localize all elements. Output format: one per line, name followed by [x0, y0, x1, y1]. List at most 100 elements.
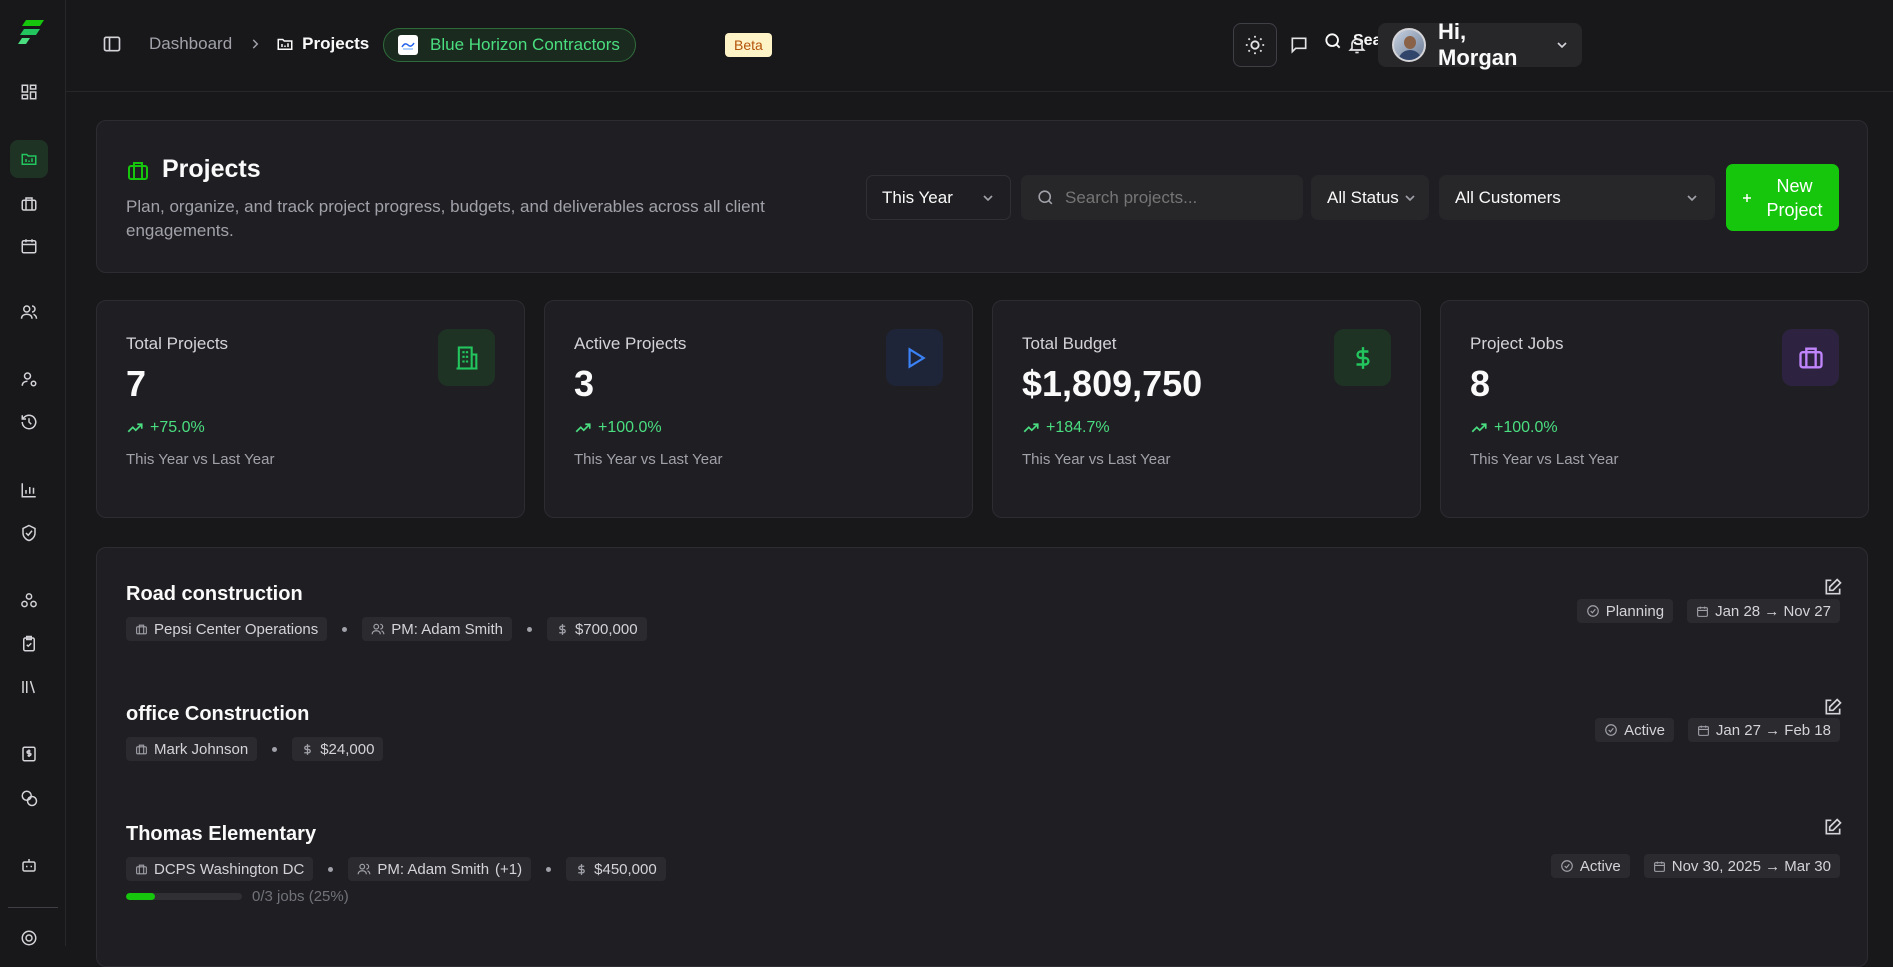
app-logo[interactable]: [18, 16, 48, 46]
sidebar-divider: [8, 907, 58, 908]
status-select[interactable]: All Status: [1311, 175, 1429, 220]
stat-change-value: +100.0%: [1494, 419, 1558, 436]
edit-icon[interactable]: [1823, 697, 1843, 717]
building-icon: [438, 329, 495, 386]
beta-badge: Beta: [725, 33, 772, 57]
project-row[interactable]: Thomas Elementary DCPS Washington DC PM:…: [97, 788, 1869, 928]
users-icon[interactable]: [17, 300, 41, 324]
calendar-icon[interactable]: [17, 234, 41, 258]
stat-note: This Year vs Last Year: [1022, 451, 1171, 468]
notifications-button[interactable]: [1335, 23, 1379, 67]
status-text: Active: [1624, 721, 1665, 739]
project-search-field[interactable]: [1021, 175, 1303, 220]
shield-check-icon[interactable]: [17, 521, 41, 545]
projects-folder-icon[interactable]: [10, 140, 48, 178]
history-icon[interactable]: [17, 410, 41, 434]
help-icon[interactable]: [17, 926, 41, 950]
stat-card-project-jobs: Project Jobs 8 +100.0% This Year vs Last…: [1440, 300, 1869, 518]
separator-dot: [342, 626, 348, 632]
messages-button[interactable]: [1277, 23, 1321, 67]
customer-chip: Mark Johnson: [126, 737, 258, 761]
dashboard-icon[interactable]: [17, 80, 41, 104]
separator-dot: [328, 866, 334, 872]
stat-label: Total Projects: [126, 334, 229, 353]
briefcase-icon[interactable]: [17, 192, 41, 216]
dollar-icon: [575, 863, 588, 876]
pm-chip: PM: Adam Smith: [362, 617, 512, 641]
edit-icon[interactable]: [1823, 817, 1843, 837]
project-list: Road construction Pepsi Center Operation…: [96, 547, 1868, 967]
sun-icon: [1244, 34, 1266, 56]
customer-select[interactable]: All Customers: [1439, 175, 1715, 220]
sidebar-toggle-icon[interactable]: [102, 34, 122, 54]
invoice-icon[interactable]: [17, 742, 41, 766]
period-select[interactable]: This Year: [866, 175, 1011, 220]
bell-icon: [1347, 35, 1367, 55]
date-range-chip: Nov 30, 2025 → Mar 30: [1643, 854, 1840, 878]
breadcrumb-dashboard[interactable]: Dashboard: [149, 34, 232, 54]
user-menu-button[interactable]: Hi, Morgan: [1378, 19, 1582, 70]
users-icon: [371, 622, 385, 636]
bar-chart-icon[interactable]: [17, 478, 41, 502]
project-row[interactable]: Road construction Pepsi Center Operation…: [97, 548, 1869, 658]
briefcase-icon: [135, 743, 148, 756]
check-circle-icon: [1604, 723, 1618, 737]
stat-change: +100.0%: [574, 419, 662, 437]
edit-icon[interactable]: [1823, 577, 1843, 597]
customer-name: Mark Johnson: [154, 740, 249, 758]
project-budget: $700,000: [574, 620, 638, 638]
user-settings-icon[interactable]: [17, 367, 41, 391]
briefcase-icon: [135, 623, 148, 636]
briefcase-icon: [135, 863, 148, 876]
breadcrumb-current: Projects: [302, 34, 370, 53]
stat-note: This Year vs Last Year: [126, 451, 275, 468]
progress-text: 0/3 jobs (25%): [252, 888, 349, 905]
company-selector[interactable]: Blue Horizon Contractors: [383, 28, 636, 62]
stat-value: 3: [574, 363, 595, 404]
stat-card-total-projects: Total Projects 7 +75.0% This Year vs Las…: [96, 300, 525, 518]
customer-name: DCPS Washington DC: [154, 860, 305, 878]
briefcase-icon: [126, 159, 150, 183]
trending-up-icon: [1470, 419, 1488, 437]
stat-value: $1,809,750: [1022, 363, 1203, 404]
stat-change-value: +100.0%: [598, 419, 662, 436]
project-manager: PM: Adam Smith: [391, 620, 503, 638]
project-name[interactable]: office Construction: [126, 703, 309, 726]
chevron-down-icon: [1684, 190, 1700, 206]
page-description: Plan, organize, and track project progre…: [126, 197, 765, 240]
period-select-value: This Year: [882, 187, 953, 207]
status-badge: Active: [1550, 854, 1630, 878]
status-badge: Planning: [1576, 599, 1674, 623]
company-name: Blue Horizon Contractors: [430, 35, 620, 54]
breadcrumb: Dashboard Projects: [149, 34, 369, 54]
customer-chip: DCPS Washington DC: [126, 857, 314, 881]
project-manager: PM: Adam Smith: [377, 860, 490, 878]
top-bar: Dashboard Projects Blue Horizon Contract…: [66, 0, 1893, 92]
coins-icon[interactable]: [17, 786, 41, 810]
project-row[interactable]: office Construction Mark Johnson $24,000…: [97, 668, 1869, 778]
project-name[interactable]: Thomas Elementary: [126, 823, 316, 846]
new-project-button[interactable]: New Project: [1726, 164, 1839, 231]
chevron-down-icon: [1554, 37, 1570, 53]
components-icon[interactable]: [17, 589, 41, 613]
project-meta: DCPS Washington DC PM: Adam Smith (+1) $…: [126, 857, 666, 881]
library-icon[interactable]: [17, 675, 41, 699]
status-text: Active: [1579, 857, 1621, 875]
clipboard-check-icon[interactable]: [17, 632, 41, 656]
stat-value: 8: [1470, 363, 1491, 404]
dollar-icon: [1334, 329, 1391, 386]
briefcase-icon: [1782, 329, 1839, 386]
date-range: Nov 30, 2025 → Mar 30: [1671, 857, 1831, 875]
project-name[interactable]: Road construction: [126, 583, 303, 606]
job-progress: 0/3 jobs (25%): [126, 888, 349, 905]
stat-note: This Year vs Last Year: [574, 451, 723, 468]
project-search-input[interactable]: [1065, 187, 1285, 208]
separator-dot: [526, 626, 532, 632]
theme-toggle-button[interactable]: [1233, 23, 1277, 67]
trending-up-icon: [574, 419, 592, 437]
customer-name: Pepsi Center Operations: [154, 620, 319, 638]
project-status-dates: Active Jan 27 → Feb 18: [1595, 718, 1840, 742]
stat-value: 7: [126, 363, 147, 404]
bot-icon[interactable]: [17, 853, 41, 877]
stat-card-active-projects: Active Projects 3 +100.0% This Year vs L…: [544, 300, 973, 518]
